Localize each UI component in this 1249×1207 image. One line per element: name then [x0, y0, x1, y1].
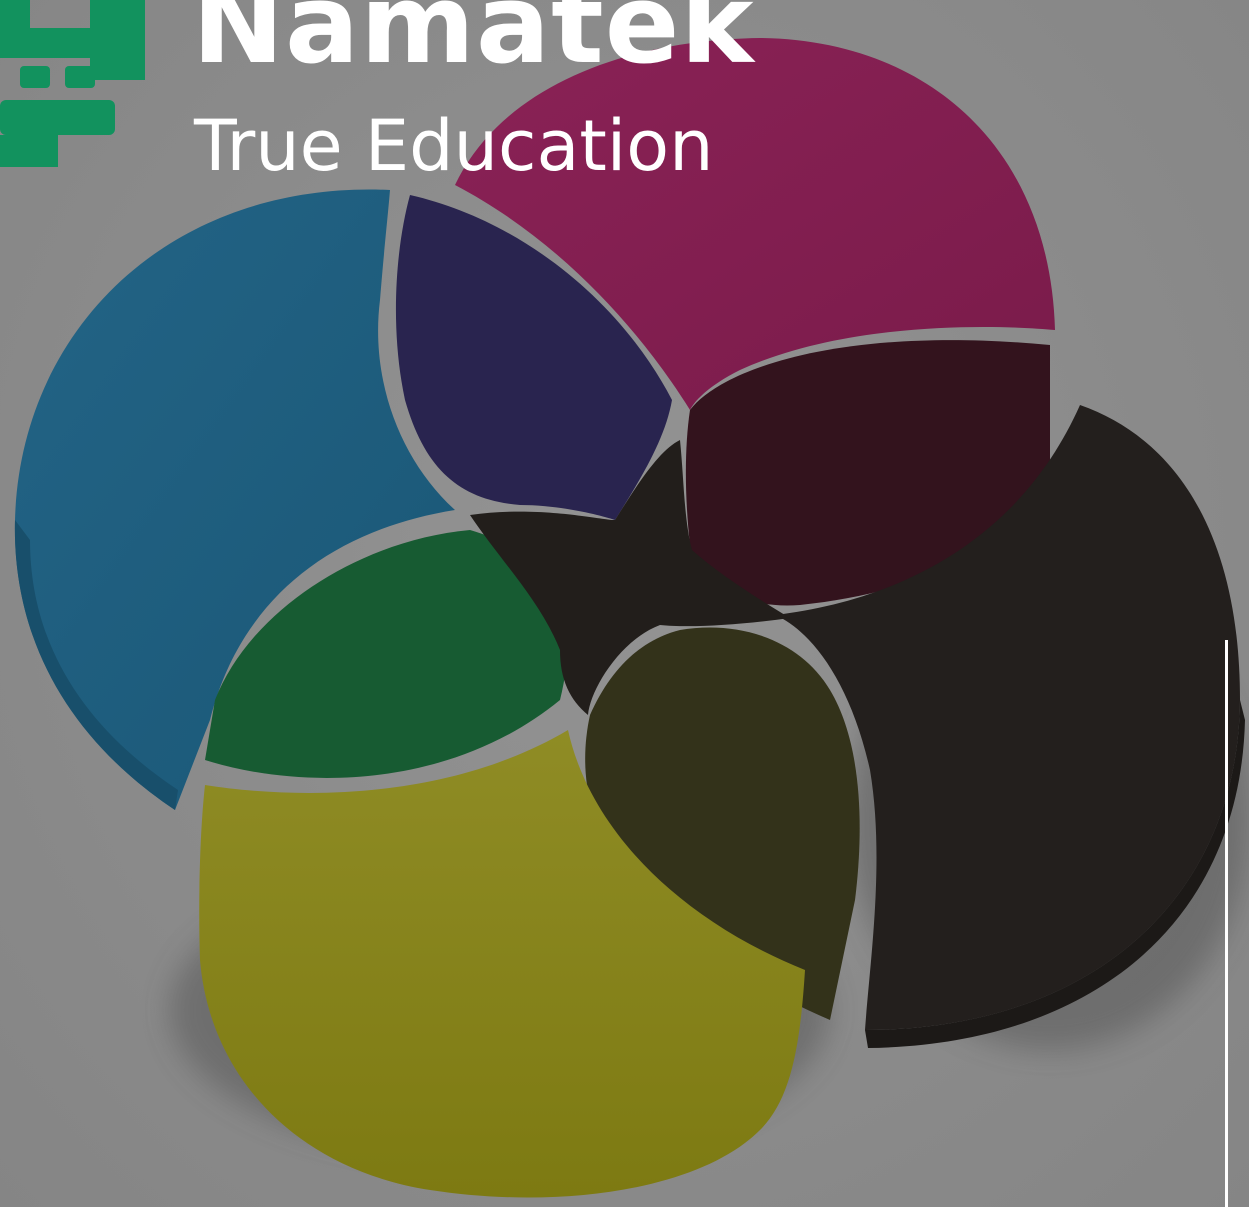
- brand-name: Namatek: [192, 0, 755, 88]
- promo-banner: Namatek True Education: [0, 0, 1249, 1207]
- divider-line: [1225, 640, 1228, 1207]
- namatek-logo-icon: [0, 0, 145, 167]
- brand-tagline: True Education: [194, 105, 714, 187]
